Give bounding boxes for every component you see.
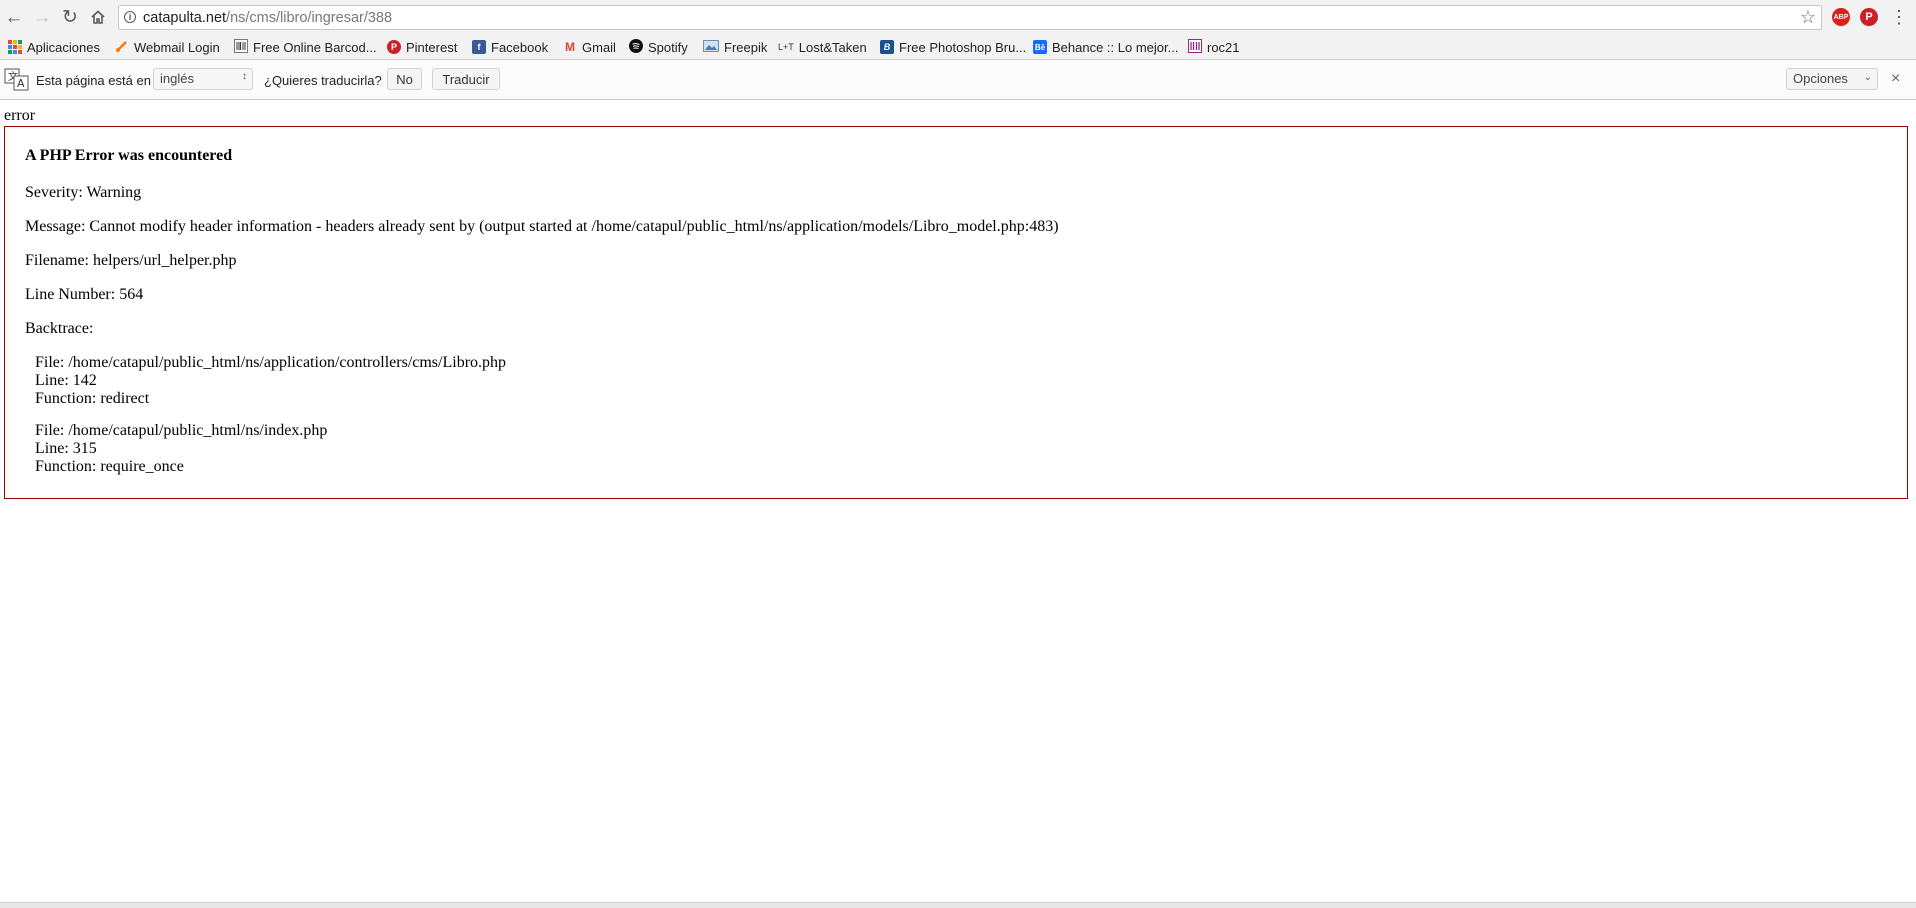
bookmark-label: Gmail <box>582 39 616 55</box>
bookmark-label: Free Online Barcod... <box>253 39 377 55</box>
backtrace-entry: File: /home/catapul/public_html/ns/index… <box>35 422 1887 476</box>
reload-icon[interactable]: ↻ <box>58 5 82 29</box>
bookmark-label: Spotify <box>648 39 688 55</box>
bookmark-lost-taken[interactable]: L+T Lost&Taken <box>778 38 867 56</box>
translate-button[interactable]: Traducir <box>432 68 500 90</box>
home-icon[interactable] <box>86 5 110 29</box>
backtrace-label: Backtrace: <box>25 320 94 337</box>
error-message: Message: Cannot modify header informatio… <box>25 218 1059 235</box>
browser-toolbar: ← → ↻ i catapulta.net/ns/cms/libro/ingre… <box>0 0 1916 35</box>
chevron-down-icon: ⌄ <box>1863 72 1872 83</box>
forward-arrow-icon[interactable]: → <box>30 5 54 29</box>
bookmark-label: Free Photoshop Bru... <box>899 39 1027 55</box>
translate-options-select[interactable]: Opciones ⌄ <box>1786 68 1878 90</box>
bookmarks-bar: Aplicaciones Webmail Login Free Online B… <box>0 35 1916 60</box>
error-line-number: Line Number: 564 <box>25 286 144 303</box>
translate-icon: 文 A <box>4 68 30 92</box>
back-arrow-icon[interactable]: ← <box>2 5 26 29</box>
roc21-icon <box>1188 38 1202 56</box>
site-info-icon[interactable]: i <box>124 11 136 23</box>
bookmark-free-photoshop-brushes[interactable]: B Free Photoshop Bru... <box>880 38 1026 56</box>
photoshop-brushes-icon: B <box>880 40 894 54</box>
bookmark-label: roc21 <box>1207 39 1240 55</box>
bookmark-label: Lost&Taken <box>798 39 867 55</box>
translate-question-text: ¿Quieres traducirla? <box>264 73 382 88</box>
facebook-icon: f <box>472 40 486 54</box>
bookmark-label: Pinterest <box>406 39 458 55</box>
translate-prefix-text: Esta página está en <box>36 73 151 88</box>
webmail-icon <box>115 39 129 56</box>
bookmark-behance[interactable]: Bē Behance :: Lo mejor... <box>1033 38 1178 56</box>
php-error-box: A PHP Error was encountered Severity: Wa… <box>4 126 1908 499</box>
bottom-status-strip <box>0 902 1916 908</box>
bookmark-label: Behance :: Lo mejor... <box>1052 39 1179 55</box>
bookmark-webmail-login[interactable]: Webmail Login <box>115 38 220 56</box>
bookmark-label: Facebook <box>491 39 549 55</box>
translate-bar: 文 A Esta página está en inglés ↕ ¿Quiere… <box>0 60 1916 100</box>
barcode-icon <box>234 38 248 56</box>
select-arrows-icon: ↕ <box>242 71 247 82</box>
bookmark-label: Webmail Login <box>134 39 220 55</box>
bookmark-gmail[interactable]: M Gmail <box>563 38 616 56</box>
spotify-icon <box>629 38 643 56</box>
behance-icon: Bē <box>1033 40 1047 54</box>
bookmark-pinterest[interactable]: P Pinterest <box>387 38 457 56</box>
backtrace-entry: File: /home/catapul/public_html/ns/appli… <box>35 354 1887 408</box>
close-icon[interactable]: × <box>1891 70 1900 88</box>
address-bar[interactable]: i catapulta.net/ns/cms/libro/ingresar/38… <box>118 5 1822 30</box>
gmail-icon: M <box>565 40 575 54</box>
bookmark-roc21[interactable]: roc21 <box>1188 38 1240 56</box>
bookmark-facebook[interactable]: f Facebook <box>472 38 548 56</box>
backtrace-line: Line: 315 <box>35 440 97 457</box>
lost-taken-icon: L+T <box>778 42 794 52</box>
error-title: A PHP Error was encountered <box>25 147 233 164</box>
freepik-icon <box>703 39 719 56</box>
url-path: /ns/cms/libro/ingresar/388 <box>226 10 393 26</box>
bookmark-label: Aplicaciones <box>27 39 100 55</box>
backtrace-function: Function: require_once <box>35 458 184 475</box>
no-translate-button[interactable]: No <box>387 68 422 90</box>
pinterest-icon: P <box>387 40 401 54</box>
url-text[interactable]: catapulta.net/ns/cms/libro/ingresar/388 <box>143 10 392 26</box>
error-severity: Severity: Warning <box>25 184 142 201</box>
bookmark-freepik[interactable]: Freepik <box>703 38 767 56</box>
browser-menu-icon[interactable]: ⋮ <box>1890 7 1908 27</box>
bookmark-aplicaciones[interactable]: Aplicaciones <box>8 38 100 56</box>
bookmark-free-online-barcode[interactable]: Free Online Barcod... <box>234 38 377 56</box>
language-select-value: inglés <box>160 71 194 86</box>
pinterest-extension-icon[interactable]: P <box>1860 8 1878 26</box>
apps-grid-icon <box>8 40 22 54</box>
bookmark-label: Freepik <box>724 39 768 55</box>
options-label: Opciones <box>1793 71 1848 86</box>
bookmark-spotify[interactable]: Spotify <box>629 38 688 56</box>
backtrace-function: Function: redirect <box>35 390 150 407</box>
backtrace-line: Line: 142 <box>35 372 97 389</box>
language-select[interactable]: inglés ↕ <box>153 68 253 90</box>
page-heading: error <box>4 107 36 124</box>
svg-text:A: A <box>17 77 25 90</box>
error-filename: Filename: helpers/url_helper.php <box>25 252 237 269</box>
backtrace-file: File: /home/catapul/public_html/ns/appli… <box>35 354 507 371</box>
bookmark-star-icon[interactable]: ☆ <box>1800 7 1816 28</box>
backtrace-file: File: /home/catapul/public_html/ns/index… <box>35 422 328 439</box>
adblock-plus-icon[interactable]: ABP <box>1832 8 1850 26</box>
url-host: catapulta.net <box>143 10 227 26</box>
